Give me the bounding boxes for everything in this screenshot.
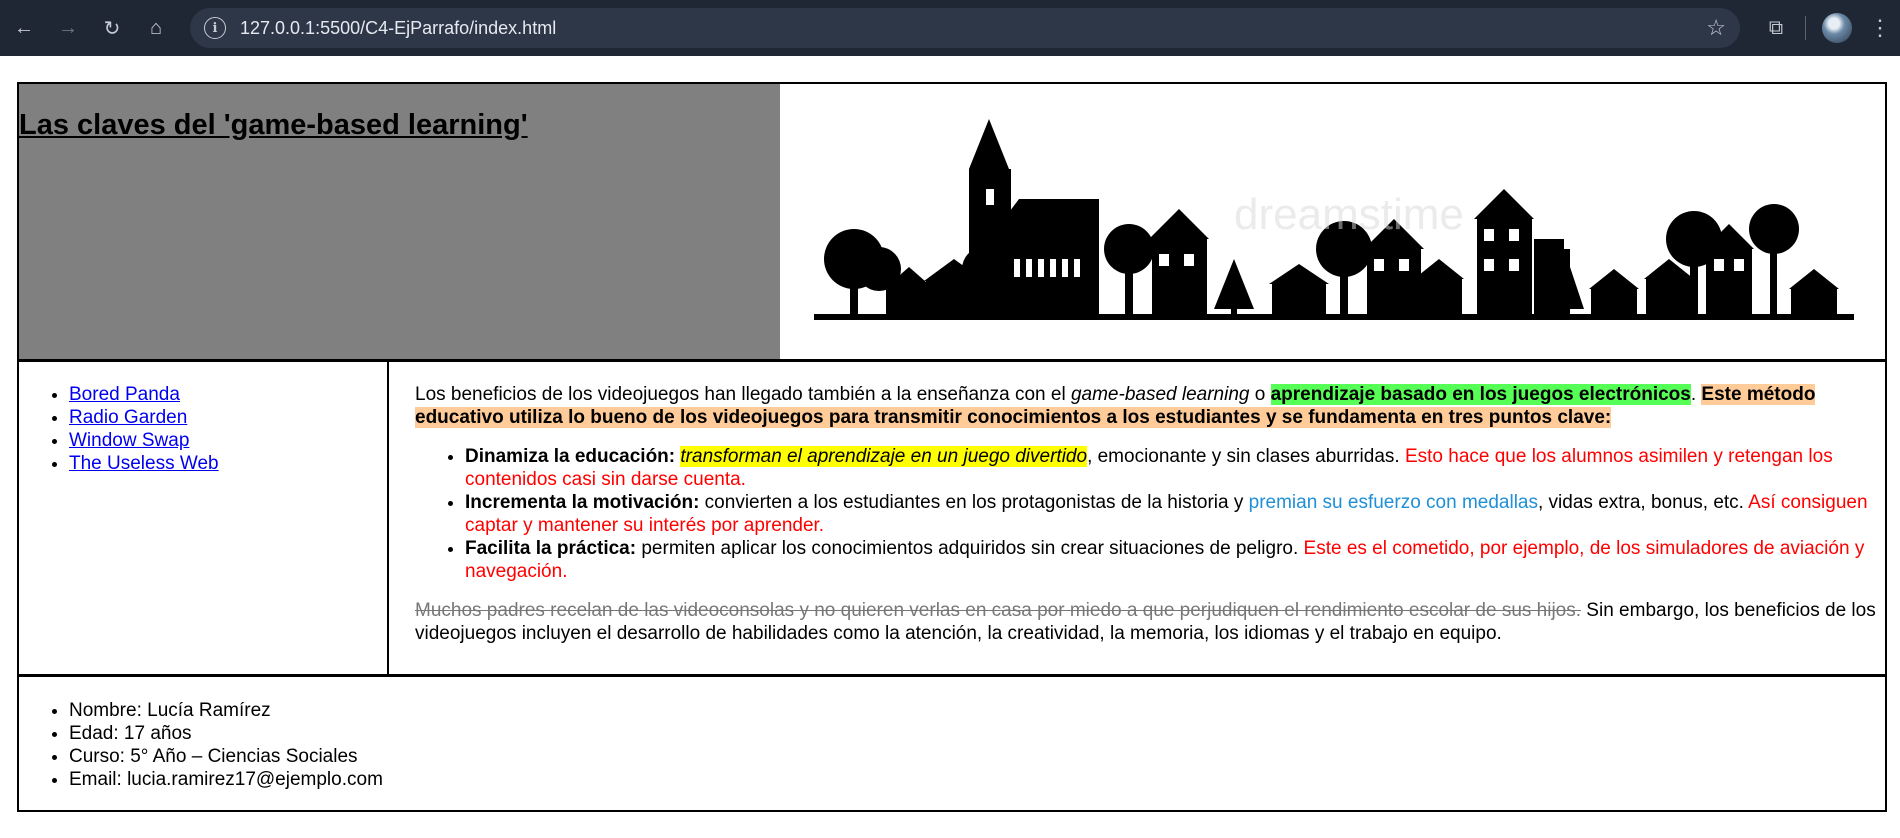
url-text[interactable]: 127.0.0.1:5500/C4-EjParrafo/index.html (240, 18, 1706, 39)
reload-icon[interactable]: ↻ (96, 12, 128, 44)
extensions-icon[interactable]: ⧉ (1760, 12, 1792, 44)
article-content: Los beneficios de los videojuegos han ll… (415, 383, 1880, 645)
list-item: Dinamiza la educación: transforman el ap… (465, 445, 1880, 491)
intro-paragraph: Los beneficios de los videojuegos han ll… (415, 384, 1816, 428)
list-item: Incrementa la motivación: convierten a l… (465, 491, 1880, 537)
village-skyline-image: dreamstime (814, 119, 1854, 320)
home-icon[interactable]: ⌂ (140, 12, 172, 44)
header-title-cell: Las claves del 'game-based learning' (19, 84, 780, 359)
closing-paragraph: Muchos padres recelan de las videoconsol… (415, 600, 1876, 644)
list-item: Radio Garden (69, 406, 219, 429)
header-image-cell: dreamstime (780, 84, 1885, 359)
page-table: Las claves del 'game-based learning' dre… (17, 82, 1887, 812)
link-window-swap[interactable]: Window Swap (69, 430, 189, 451)
highlight-yellow: transforman el aprendizaje en un juego d… (680, 446, 1088, 467)
student-info-list: Nombre: Lucía Ramírez Edad: 17 años Curs… (19, 699, 383, 791)
list-item: Email: lucia.ramirez17@ejemplo.com (69, 768, 383, 791)
forward-icon[interactable]: → (52, 12, 84, 44)
back-icon[interactable]: ← (8, 12, 40, 44)
list-item: Curso: 5° Año – Ciencias Sociales (69, 745, 383, 768)
link-useless-web[interactable]: The Useless Web (69, 453, 219, 474)
list-item: Window Swap (69, 429, 219, 452)
page-title: Las claves del 'game-based learning' (19, 109, 528, 141)
header-row: Las claves del 'game-based learning' dre… (19, 84, 1885, 362)
profile-avatar[interactable] (1822, 13, 1852, 43)
toolbar-divider (1805, 16, 1806, 40)
link-radio-garden[interactable]: Radio Garden (69, 407, 187, 428)
browser-toolbar: ← → ↻ ⌂ i 127.0.0.1:5500/C4-EjParrafo/in… (0, 0, 1900, 56)
list-item: The Useless Web (69, 452, 219, 475)
site-info-icon[interactable]: i (204, 17, 226, 39)
link-bored-panda[interactable]: Bored Panda (69, 384, 180, 405)
address-bar[interactable]: i 127.0.0.1:5500/C4-EjParrafo/index.html… (190, 8, 1740, 48)
list-item: Facilita la práctica: permiten aplicar l… (465, 537, 1880, 583)
list-item: Edad: 17 años (69, 722, 383, 745)
menu-icon[interactable]: ⋮ (1868, 12, 1892, 44)
list-item: Bored Panda (69, 383, 219, 406)
content-row: Bored Panda Radio Garden Window Swap The… (19, 362, 1885, 677)
strikethrough-text: Muchos padres recelan de las videoconsol… (415, 600, 1582, 621)
list-item: Nombre: Lucía Ramírez (69, 699, 383, 722)
sidebar-links: Bored Panda Radio Garden Window Swap The… (19, 362, 389, 674)
image-watermark: dreamstime (1234, 190, 1464, 239)
highlight-green: aprendizaje basado en los juegos electró… (1270, 384, 1691, 405)
footer-row: Nombre: Lucía Ramírez Edad: 17 años Curs… (19, 680, 1885, 810)
bookmark-star-icon[interactable]: ☆ (1706, 15, 1726, 41)
key-points-list: Dinamiza la educación: transforman el ap… (415, 445, 1880, 583)
